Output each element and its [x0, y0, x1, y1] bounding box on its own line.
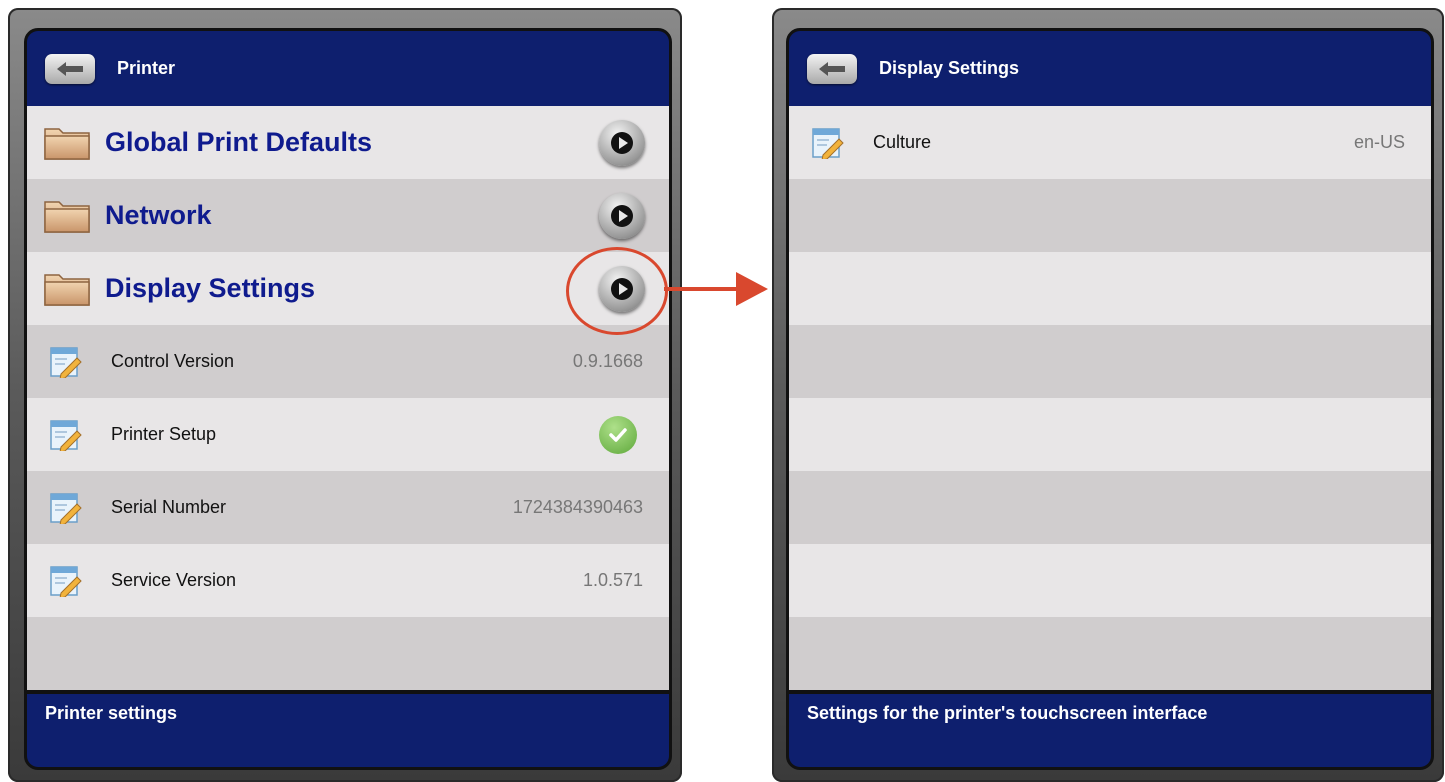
- play-arrow-icon: [611, 131, 633, 154]
- row-value: 0.9.1668: [572, 351, 643, 371]
- list-item-serial-number[interactable]: Serial Number 1724384390463: [27, 471, 669, 544]
- empty-row: [789, 252, 1431, 325]
- empty-row: [789, 617, 1431, 690]
- navigate-button[interactable]: [599, 119, 645, 166]
- transition-arrow-head: [736, 272, 768, 306]
- navigate-button[interactable]: [599, 192, 645, 239]
- left-header: Printer: [27, 31, 669, 106]
- right-settings-list: Culture en-US: [789, 106, 1431, 690]
- left-settings-list: Global Print Defaults Network Display Se…: [27, 106, 669, 690]
- row-label: Network: [105, 200, 212, 230]
- empty-row: [789, 325, 1431, 398]
- row-label: Serial Number: [111, 497, 227, 517]
- edit-document-icon: [812, 127, 844, 159]
- edit-document-icon: [50, 419, 82, 451]
- back-button[interactable]: [807, 53, 857, 84]
- left-screen: Printer Global Print Defaults Network Di…: [24, 28, 672, 770]
- edit-document-icon: [50, 346, 82, 378]
- page-title: Printer: [117, 58, 176, 78]
- row-label: Printer Setup: [111, 424, 217, 444]
- highlight-circle: [566, 247, 668, 335]
- status-text: Printer settings: [45, 703, 178, 723]
- list-item-network[interactable]: Network: [27, 179, 669, 252]
- empty-row: [789, 471, 1431, 544]
- back-arrow-icon: [819, 61, 845, 76]
- row-label: Global Print Defaults: [105, 127, 373, 157]
- status-bar: Settings for the printer's touchscreen i…: [789, 694, 1431, 767]
- list-item-service-version[interactable]: Service Version 1.0.571: [27, 544, 669, 617]
- right-header: Display Settings: [789, 31, 1431, 106]
- folder-icon: [44, 273, 90, 306]
- back-arrow-icon: [57, 61, 83, 76]
- row-value: 1.0.571: [582, 570, 643, 590]
- right-screen: Display Settings Culture en-US Settings …: [786, 28, 1434, 770]
- empty-row: [789, 544, 1431, 617]
- status-bar: Printer settings: [27, 694, 669, 767]
- empty-row: [789, 179, 1431, 252]
- row-label: Control Version: [111, 351, 235, 371]
- list-item-global-print-defaults[interactable]: Global Print Defaults: [27, 106, 669, 179]
- list-item-printer-setup[interactable]: Printer Setup: [27, 398, 669, 471]
- folder-icon: [44, 127, 90, 160]
- row-label: Culture: [873, 132, 932, 152]
- play-arrow-icon: [611, 204, 633, 227]
- empty-row: [27, 617, 669, 690]
- row-value: 1724384390463: [512, 497, 643, 517]
- list-item-control-version[interactable]: Control Version 0.9.1668: [27, 325, 669, 398]
- transition-arrow-line: [664, 287, 740, 291]
- status-text: Settings for the printer's touchscreen i…: [807, 703, 1208, 723]
- list-item-culture[interactable]: Culture en-US: [789, 106, 1431, 179]
- edit-document-icon: [50, 565, 82, 597]
- folder-icon: [44, 200, 90, 233]
- row-value: en-US: [1353, 132, 1405, 152]
- row-label: Display Settings: [105, 273, 316, 303]
- checkmark-icon: [599, 415, 637, 454]
- edit-document-icon: [50, 492, 82, 524]
- page-title: Display Settings: [879, 58, 1020, 78]
- row-label: Service Version: [111, 570, 237, 590]
- empty-row: [789, 398, 1431, 471]
- back-button[interactable]: [45, 53, 95, 84]
